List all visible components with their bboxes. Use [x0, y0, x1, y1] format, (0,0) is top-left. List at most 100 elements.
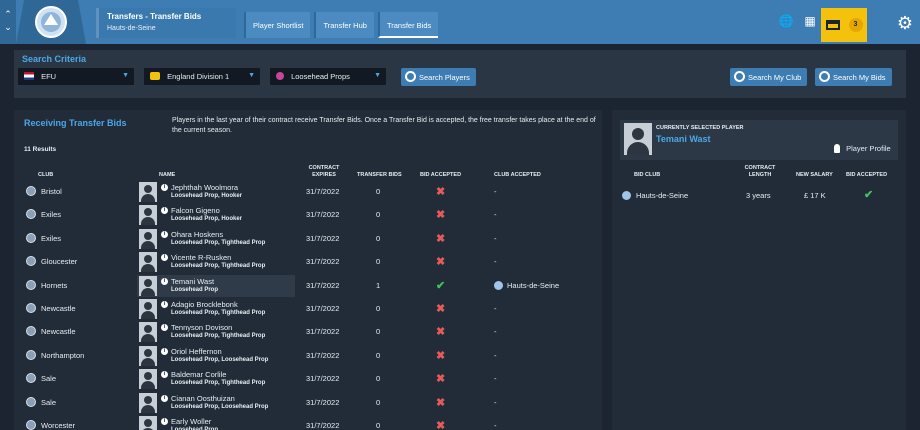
player-cell[interactable]: i Temani Wast Loosehead Prop	[137, 274, 295, 297]
cross-icon: ✖	[436, 256, 446, 269]
info-icon[interactable]: i	[161, 300, 168, 308]
info-icon[interactable]: i	[161, 324, 168, 332]
player-name[interactable]: Cianan Oosthuizan	[171, 394, 235, 403]
column-header-bid-club[interactable]: BID CLUB	[634, 172, 660, 179]
club-badge-icon	[26, 279, 36, 290]
table-row[interactable]: Newcastle i Adagio Brocklebonk Loosehead Pr…	[14, 297, 602, 320]
player-cell[interactable]: i Adagio Brocklebonk Loosehead Prop, Tight…	[137, 298, 295, 320]
column-header-club[interactable]: CLUB	[38, 172, 53, 179]
player-name[interactable]: Tennyson Dovison	[171, 323, 232, 332]
info-icon[interactable]: i	[161, 371, 168, 379]
player-cell[interactable]: i Cianan Oosthuizan Loosehead Prop, Looseh…	[137, 392, 295, 414]
club-name[interactable]: Exiles	[41, 234, 61, 243]
column-header-club-accepted[interactable]: CLUB ACCEPTED	[494, 172, 541, 179]
results-count: 11 Results	[24, 146, 57, 153]
nation-dropdown[interactable]: EFU ▼	[18, 68, 134, 85]
player-cell[interactable]: i Jephthah Woolmora Loosehead Prop, Hooker	[137, 181, 295, 203]
player-cell[interactable]: i Oriol Heffernon Loosehead Prop, Loosehea…	[137, 345, 295, 367]
gear-icon[interactable]: ⚙	[892, 10, 918, 36]
selected-player-name[interactable]: Temani Wast	[656, 134, 711, 144]
info-icon[interactable]: i	[161, 254, 168, 262]
contract-expires: 31/7/2022	[306, 303, 340, 313]
column-header-accepted[interactable]: BID ACCEPTED	[420, 172, 461, 179]
info-icon[interactable]: i	[161, 347, 168, 355]
contract-expires: 31/7/2022	[306, 327, 340, 337]
club-name[interactable]: Exiles	[41, 210, 61, 219]
player-cell[interactable]: i Vicente R-Rusken Loosehead Prop, Tighthe…	[137, 251, 295, 273]
table-row[interactable]: Sale i Cianan Oosthuizan Loosehead Prop, Lo…	[14, 391, 602, 414]
chevron-up-icon[interactable]: ⌃	[0, 8, 16, 21]
column-header-name[interactable]: NAME	[159, 172, 175, 179]
club-name[interactable]: Newcastle	[41, 304, 76, 313]
player-name[interactable]: Ohara Hoskens	[171, 230, 223, 239]
player-profile-button[interactable]: Player Profile	[834, 144, 891, 153]
league-dropdown[interactable]: England Division 1 ▼	[144, 68, 260, 85]
table-row[interactable]: Newcastle i Tennyson Dovison Loosehead Prop…	[14, 320, 602, 343]
player-cell[interactable]: i Early Woller Loosehead Prop	[137, 415, 295, 430]
column-header-bid-accepted[interactable]: BID ACCEPTED	[846, 172, 887, 179]
club-name[interactable]: Northampton	[41, 351, 84, 360]
info-icon[interactable]: i	[161, 277, 168, 285]
calendar-icon[interactable]: ▦	[800, 8, 820, 34]
table-row[interactable]: Gloucester i Vicente R-Rusken Loosehead Pro…	[14, 250, 602, 273]
nav-arrows[interactable]: ⌃ ⌄	[0, 0, 16, 44]
search-my-bids-button[interactable]: Search My Bids	[815, 68, 892, 86]
position-dropdown[interactable]: Loosehead Props ▼	[270, 68, 386, 85]
table-row[interactable]: Worcester i Early Woller Loosehead Prop 31/7…	[14, 414, 602, 430]
player-name[interactable]: Falcon Gigeno	[171, 206, 220, 215]
info-icon[interactable]: i	[161, 184, 168, 191]
column-header-expires[interactable]: CONTRACT EXPIRES	[304, 165, 344, 179]
cross-icon: ✖	[436, 396, 446, 409]
player-name[interactable]: Vicente R-Rusken	[171, 253, 231, 262]
player-name[interactable]: Adagio Brocklebonk	[171, 300, 238, 309]
player-position: Loosehead Prop, Tighthead Prop	[171, 239, 266, 246]
club-name[interactable]: Sale	[41, 398, 56, 407]
club-name[interactable]: Hornets	[41, 281, 67, 290]
search-players-label: Search Players	[419, 73, 470, 82]
column-header-new-salary[interactable]: NEW SALARY	[796, 172, 833, 179]
player-name[interactable]: Baldemar Corlile	[171, 370, 226, 379]
page-title-block: Transfers - Transfer Bids Hauts-de-Seine	[96, 8, 236, 38]
chevron-down-icon[interactable]: ⌄	[0, 21, 16, 34]
player-cell[interactable]: i Falcon Gigeno Loosehead Prop, Hooker	[137, 204, 295, 226]
info-icon[interactable]: i	[161, 207, 168, 215]
info-icon[interactable]: i	[161, 417, 168, 425]
table-row[interactable]: Bristol i Jephthah Woolmora Loosehead Prop,…	[14, 180, 602, 203]
player-name[interactable]: Early Woller	[171, 417, 211, 426]
club-accepted-label: -	[494, 327, 497, 337]
club-badge-icon	[26, 186, 36, 196]
inbox-button[interactable]: 3	[821, 8, 867, 42]
search-my-club-button[interactable]: Search My Club	[730, 68, 808, 86]
info-icon[interactable]: i	[161, 230, 168, 238]
bid-row[interactable]: Hauts-de-Seine 3 years £ 17 K ✔	[612, 188, 906, 206]
column-header-contract-length[interactable]: CONTRACT LENGTH	[740, 165, 780, 179]
player-cell[interactable]: i Baldemar Corlile Loosehead Prop, Tighthe…	[137, 368, 295, 390]
player-cell[interactable]: i Tennyson Dovison Loosehead Prop, Tighthe…	[137, 321, 295, 343]
search-players-button[interactable]: Search Players	[401, 68, 476, 86]
table-row[interactable]: Exiles i Ohara Hoskens Loosehead Prop, Tigh…	[14, 227, 602, 250]
club-accepted[interactable]: Hauts-de-Seine	[494, 280, 559, 290]
player-cell[interactable]: i Ohara Hoskens Loosehead Prop, Tighthead …	[137, 228, 295, 250]
player-name[interactable]: Temani Wast	[171, 277, 214, 286]
table-row[interactable]: Northampton i Oriol Heffernon Loosehead Pro…	[14, 344, 602, 367]
club-name[interactable]: Gloucester	[41, 257, 77, 266]
tab-player-shortlist[interactable]: Player Shortlist	[244, 12, 311, 38]
table-row[interactable]: Sale i Baldemar Corlile Loosehead Prop, Tig…	[14, 367, 602, 390]
club-name[interactable]: Worcester	[41, 421, 75, 430]
table-row[interactable]: Hornets i Temani Wast Loosehead Prop 31/7/20…	[14, 274, 602, 297]
player-name[interactable]: Jephthah Woolmora	[171, 183, 238, 192]
club-name[interactable]: Newcastle	[41, 327, 76, 336]
club-badge-icon	[622, 191, 631, 200]
bid-club[interactable]: Hauts-de-Seine	[636, 191, 688, 200]
club-name[interactable]: Bristol	[41, 187, 62, 196]
club-accepted: -	[494, 421, 497, 430]
tab-transfer-bids[interactable]: Transfer Bids	[377, 12, 439, 38]
club-name[interactable]: Sale	[41, 374, 56, 383]
tab-transfer-hub[interactable]: Transfer Hub	[314, 12, 374, 38]
player-name[interactable]: Oriol Heffernon	[171, 347, 222, 356]
info-icon[interactable]: i	[161, 394, 168, 402]
avatar	[139, 228, 157, 249]
table-row[interactable]: Exiles i Falcon Gigeno Loosehead Prop, Hook…	[14, 203, 602, 226]
globe-icon[interactable]: 🌐	[776, 8, 796, 34]
column-header-bids[interactable]: TRANSFER BIDS	[357, 172, 402, 179]
